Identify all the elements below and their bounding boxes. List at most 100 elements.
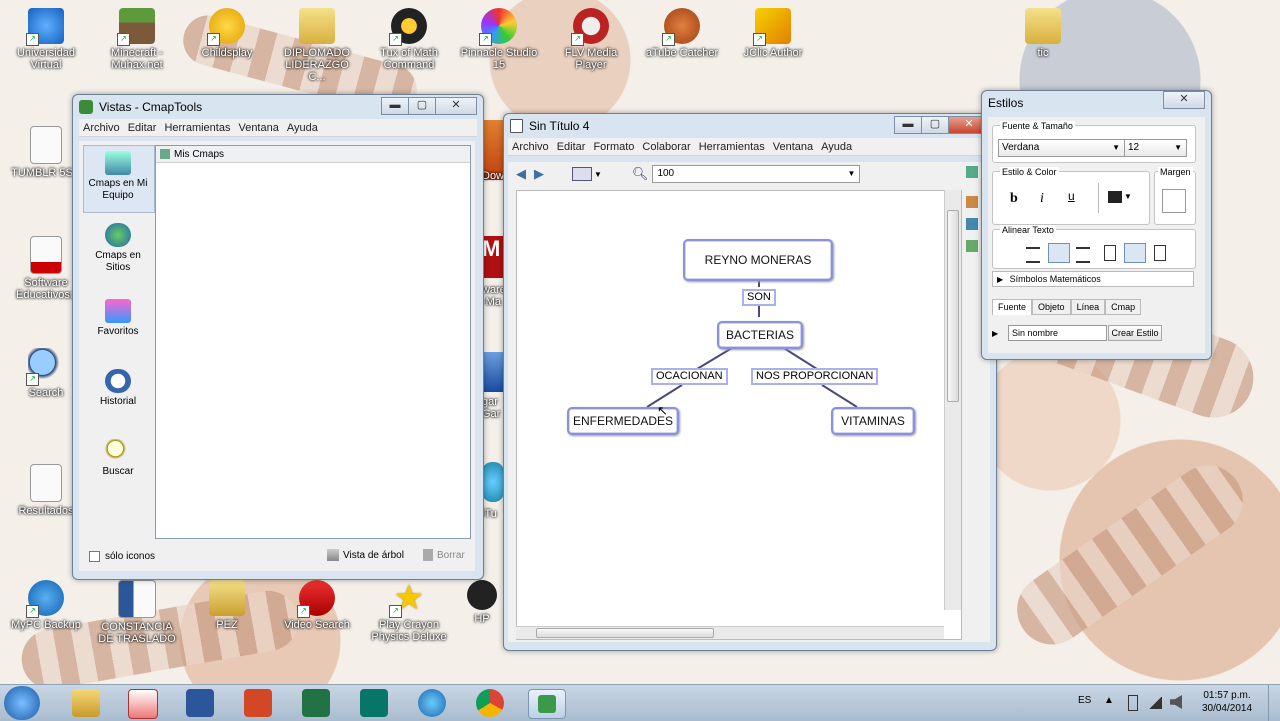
chevron-down-icon[interactable]: ▼: [1124, 192, 1132, 201]
network-icon[interactable]: [1148, 697, 1162, 709]
close-button[interactable]: ✕: [435, 97, 477, 115]
menu-formato[interactable]: Formato: [589, 141, 638, 153]
favoritos-button[interactable]: Favoritos: [84, 299, 152, 338]
desktop-icon-mypc[interactable]: ↗ MyPC Backup: [7, 580, 85, 631]
forward-arrow-icon[interactable]: ▶: [534, 166, 544, 182]
desktop-icon-pez[interactable]: PEZ: [188, 580, 266, 631]
borrar-button[interactable]: Borrar: [423, 549, 465, 561]
text-color-icon[interactable]: [1108, 191, 1122, 203]
align-top-icon[interactable]: [1104, 245, 1116, 261]
desktop-icon-universidad[interactable]: ↗ Universidad Virtual: [7, 8, 85, 71]
back-arrow-icon[interactable]: ◀: [516, 166, 526, 182]
vertical-scroll-thumb[interactable]: [947, 210, 959, 402]
language-indicator[interactable]: ES: [1078, 695, 1091, 706]
volume-icon[interactable]: [1170, 695, 1182, 709]
desktop-icon-jclic[interactable]: ↗ JClic Author: [734, 8, 812, 59]
zoom-select[interactable]: 100 ▼: [652, 165, 861, 183]
chevron-down-icon[interactable]: ▼: [594, 170, 602, 179]
cmap-canvas[interactable]: REYNO MONERAS SON BACTERIAS OCACIONAN NO…: [516, 190, 962, 640]
link-nos-proporcionan[interactable]: NOS PROPORCIONAN: [751, 368, 879, 385]
horizontal-scrollbar[interactable]: [516, 626, 944, 639]
menu-colaborar[interactable]: Colaborar: [638, 141, 694, 153]
clock[interactable]: 01:57 p.m. 30/04/2014: [1196, 689, 1258, 715]
desktop-icon-tic[interactable]: tic: [1004, 8, 1082, 59]
desktop-icon-childsplay[interactable]: ↗ Childsplay: [188, 8, 266, 59]
menu-archivo[interactable]: Archivo: [79, 122, 124, 134]
close-button[interactable]: ✕: [1163, 91, 1205, 109]
desktop-icon-tux[interactable]: ↗ Tux of Math Command: [370, 8, 448, 71]
tool-icon[interactable]: [966, 240, 978, 252]
menu-archivo[interactable]: Archivo: [508, 141, 553, 153]
solo-iconos-checkbox[interactable]: sólo iconos: [89, 551, 155, 562]
tool-icon[interactable]: [966, 166, 978, 178]
align-bottom-icon[interactable]: [1154, 245, 1166, 261]
buscar-button[interactable]: Buscar: [84, 439, 152, 478]
desktop-icon-flv[interactable]: ↗ FLV Media Player: [552, 8, 630, 71]
maximize-button[interactable]: ▢: [408, 97, 436, 115]
tray-arrow-icon[interactable]: ▲: [1104, 695, 1114, 706]
simbolos-row[interactable]: ▶ Símbolos Matemáticos: [992, 271, 1194, 287]
italic-button[interactable]: i: [1040, 191, 1044, 207]
tab-cmap[interactable]: Cmap: [1105, 299, 1142, 315]
concept-vitaminas[interactable]: VITAMINAS: [831, 407, 915, 435]
list-header[interactable]: Mis Cmaps: [156, 146, 470, 163]
tool-icon[interactable]: [966, 196, 978, 208]
menu-ayuda[interactable]: Ayuda: [283, 122, 322, 134]
menu-herramientas[interactable]: Herramientas: [160, 122, 234, 134]
desktop-icon-constancia[interactable]: CONSTANCIA DE TRASLADO: [98, 580, 176, 645]
tool-icon[interactable]: [966, 218, 978, 230]
bold-button[interactable]: b: [1010, 191, 1018, 207]
tab-linea[interactable]: Línea: [1070, 299, 1106, 315]
margen-box[interactable]: [1162, 189, 1186, 213]
minimize-button[interactable]: ▬: [381, 97, 409, 115]
start-button[interactable]: [4, 686, 40, 720]
align-middle-icon[interactable]: [1124, 243, 1146, 263]
chrome-icon[interactable]: [476, 689, 504, 717]
vista-arbol-button[interactable]: Vista de árbol: [327, 549, 404, 561]
explorer-icon[interactable]: [72, 689, 100, 717]
menu-ventana[interactable]: Ventana: [769, 141, 817, 153]
desktop-icon-minecraft[interactable]: ↗ Minecraft - Muhax.net: [98, 8, 176, 71]
link-son[interactable]: SON: [742, 289, 776, 306]
align-right-icon[interactable]: [1076, 247, 1090, 263]
menu-editar[interactable]: Editar: [553, 141, 590, 153]
underline-button[interactable]: u: [1068, 189, 1075, 203]
link-ocacionan[interactable]: OCACIONAN: [651, 368, 728, 385]
desktop-icon-crayon[interactable]: ★ ↗ Play Crayon Physics Deluxe: [370, 580, 448, 643]
style-name-field[interactable]: Sin nombre: [1008, 325, 1107, 341]
menu-ventana[interactable]: Ventana: [234, 122, 282, 134]
view-icon[interactable]: [572, 167, 592, 181]
align-left-icon[interactable]: [1026, 247, 1040, 263]
tab-fuente[interactable]: Fuente: [992, 299, 1033, 315]
menu-ayuda[interactable]: Ayuda: [817, 141, 856, 153]
battery-icon[interactable]: [1128, 695, 1138, 711]
expand-arrow-icon[interactable]: ▶: [992, 329, 998, 338]
desktop-icon-pinnacle[interactable]: ↗ Pinnacle Studio 15: [460, 8, 538, 71]
cmaps-en-mi-equipo-button[interactable]: Cmaps en Mi Equipo: [84, 151, 152, 202]
size-select[interactable]: 12 ▼: [1124, 139, 1187, 157]
desktop-icon-diplomado[interactable]: DIPLOMADO LIDERAZGO C...: [278, 8, 356, 83]
historial-button[interactable]: Historial: [84, 369, 152, 408]
powerpoint-icon[interactable]: [244, 689, 272, 717]
desktop-icon-video-search[interactable]: ↗ Video Search: [278, 580, 356, 631]
cmaps-en-sitios-button[interactable]: Cmaps en Sitios: [84, 223, 152, 274]
menu-herramientas[interactable]: Herramientas: [695, 141, 769, 153]
minimize-button[interactable]: ▬: [894, 116, 922, 134]
itunes-icon[interactable]: [418, 689, 446, 717]
desktop-icon-atube[interactable]: ↗ aTube Catcher: [643, 8, 721, 59]
menu-editar[interactable]: Editar: [124, 122, 161, 134]
word-icon[interactable]: [186, 689, 214, 717]
media-player-icon[interactable]: [128, 689, 158, 719]
align-center-icon[interactable]: [1048, 243, 1070, 263]
publisher-icon[interactable]: [360, 689, 388, 717]
crear-estilo-button[interactable]: Crear Estilo: [1108, 325, 1162, 341]
horizontal-scroll-thumb[interactable]: [536, 628, 714, 638]
excel-icon[interactable]: [302, 689, 330, 717]
desktop-icon-hp[interactable]: HP: [462, 580, 502, 625]
show-desktop-button[interactable]: [1268, 685, 1280, 721]
vertical-scrollbar[interactable]: [944, 190, 961, 610]
tab-objeto[interactable]: Objeto: [1032, 299, 1071, 315]
maximize-button[interactable]: ▢: [921, 116, 949, 134]
cmaptools-taskbar-button[interactable]: [528, 689, 566, 719]
concept-reyno-moneras[interactable]: REYNO MONERAS: [683, 239, 833, 281]
